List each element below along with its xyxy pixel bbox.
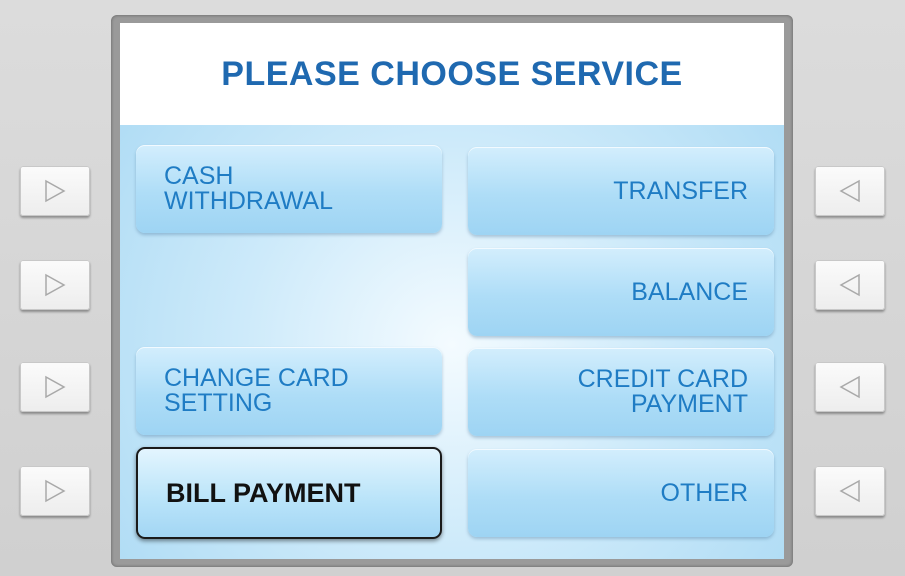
option-label: CASH WITHDRAWAL xyxy=(164,162,333,215)
triangle-right-icon xyxy=(45,375,66,399)
side-key-right-4[interactable] xyxy=(815,466,885,516)
other-button[interactable]: OTHER xyxy=(468,449,774,537)
triangle-left-icon xyxy=(839,479,860,503)
triangle-left-icon xyxy=(839,375,860,399)
option-label: OTHER xyxy=(660,478,749,507)
credit-card-payment-button[interactable]: CREDIT CARD PAYMENT xyxy=(468,348,774,436)
transfer-button[interactable]: TRANSFER xyxy=(468,147,774,235)
side-key-right-1[interactable] xyxy=(815,166,885,216)
triangle-right-icon xyxy=(45,273,66,297)
change-card-setting-button[interactable]: CHANGE CARD SETTING xyxy=(136,347,442,435)
side-key-right-2[interactable] xyxy=(815,260,885,310)
option-label: BILL PAYMENT xyxy=(166,477,361,508)
option-label: CREDIT CARD PAYMENT xyxy=(577,365,748,418)
triangle-left-icon xyxy=(839,273,860,297)
screen-header: PLEASE CHOOSE SERVICE xyxy=(120,23,784,125)
side-key-left-1[interactable] xyxy=(20,166,90,216)
balance-button[interactable]: BALANCE xyxy=(468,248,774,336)
atm-screen: PLEASE CHOOSE SERVICE CASH WITHDRAWAL CH… xyxy=(120,23,784,559)
option-label: CHANGE CARD SETTING xyxy=(164,364,349,417)
triangle-right-icon xyxy=(45,479,66,503)
side-key-left-2[interactable] xyxy=(20,260,90,310)
cash-withdrawal-button[interactable]: CASH WITHDRAWAL xyxy=(136,145,442,233)
triangle-right-icon xyxy=(45,179,66,203)
bill-payment-button[interactable]: BILL PAYMENT xyxy=(136,447,442,539)
triangle-left-icon xyxy=(839,179,860,203)
side-key-left-3[interactable] xyxy=(20,362,90,412)
side-key-right-3[interactable] xyxy=(815,362,885,412)
page-title: PLEASE CHOOSE SERVICE xyxy=(221,54,683,93)
option-label: TRANSFER xyxy=(613,176,748,205)
side-key-left-4[interactable] xyxy=(20,466,90,516)
option-label: BALANCE xyxy=(631,277,748,306)
